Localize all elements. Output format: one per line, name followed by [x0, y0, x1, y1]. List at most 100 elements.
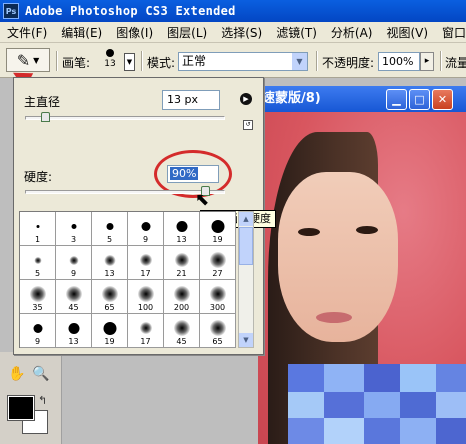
mouse-cursor-icon: ⬉	[195, 190, 210, 210]
foreground-color-swatch[interactable]	[7, 395, 35, 421]
brush-preset-size: 45	[176, 337, 187, 346]
minimize-icon[interactable]: ▁	[386, 89, 407, 110]
brush-preset-cell[interactable]: 9	[128, 212, 164, 246]
brush-preset-size: 5	[106, 235, 113, 244]
brush-preset-size: 3	[70, 235, 77, 244]
brush-tip-icon	[65, 286, 82, 302]
brush-preset-cell[interactable]: 13	[56, 314, 92, 348]
brush-preset-size: 17	[140, 269, 151, 278]
reset-size-icon[interactable]: ↺	[243, 120, 253, 130]
toolbox: ✋ 🔍 ↰	[0, 352, 62, 444]
menu-bar: 文件(F) 编辑(E) 图像(I) 图层(L) 选择(S) 滤镜(T) 分析(A…	[0, 22, 466, 43]
diameter-input[interactable]: 13 px	[162, 90, 220, 110]
menu-window[interactable]: 窗口	[435, 24, 466, 41]
menu-filter[interactable]: 滤镜(T)	[269, 24, 324, 41]
diameter-label: 主直径	[24, 95, 61, 109]
brush-preset-cell[interactable]: 19	[200, 212, 236, 246]
separator	[316, 51, 318, 71]
opacity-input[interactable]: 100%	[378, 52, 420, 71]
mode-label: 模式:	[147, 56, 176, 70]
brush-tip-icon	[139, 254, 152, 266]
brush-preset-cell[interactable]: 5	[92, 212, 128, 246]
brush-preset-cell[interactable]: 19	[92, 314, 128, 348]
opacity-label: 不透明度:	[322, 56, 375, 70]
brush-tip-icon	[209, 286, 226, 302]
menu-analysis[interactable]: 分析(A)	[324, 24, 380, 41]
brush-preset-size: 17	[140, 337, 151, 346]
menu-select[interactable]: 选择(S)	[214, 24, 269, 41]
brush-preset-size: 1	[34, 235, 41, 244]
brush-label: 画笔:	[62, 56, 91, 70]
brush-preset-size: 65	[104, 303, 115, 312]
brush-tip-icon	[174, 253, 189, 267]
diameter-slider-thumb[interactable]	[41, 112, 50, 122]
hand-tool-icon[interactable]: ✋	[8, 366, 25, 382]
mode-value: 正常	[182, 54, 207, 68]
brush-preset-size: 19	[104, 337, 115, 346]
brush-preset-cell[interactable]: 1	[20, 212, 56, 246]
brush-preset-cell[interactable]: 21	[164, 246, 200, 280]
brush-preset-size: 13	[68, 337, 79, 346]
brush-preset-size: 9	[70, 269, 77, 278]
photo-lips	[316, 312, 352, 323]
brush-tip-icon	[101, 286, 118, 302]
maximize-icon[interactable]: □	[409, 89, 430, 110]
brush-size-value: 13	[104, 59, 116, 69]
brush-preset-cell[interactable]: 45	[164, 314, 200, 348]
options-bar: ✎ ▼ 画笔: 13 ▼ 模式: 正常 ▼ 不透明度: 100% ▸ 流量	[0, 43, 466, 78]
brush-preset-size: 300	[209, 303, 226, 312]
scroll-up-icon[interactable]: ▲	[239, 212, 253, 226]
brush-tip-icon	[69, 255, 78, 265]
brush-preset-size: 35	[32, 303, 43, 312]
menu-layer[interactable]: 图层(L)	[160, 24, 214, 41]
brush-tip-icon	[106, 222, 113, 230]
brush-tip-icon	[106, 49, 114, 57]
flow-label: 流量	[445, 56, 466, 70]
brush-tip-icon	[209, 320, 226, 336]
brush-tip-icon	[68, 322, 79, 334]
brush-preset-size: 19	[212, 235, 223, 244]
brush-preset-cell[interactable]: 5	[20, 246, 56, 280]
brush-preview[interactable]: 13	[96, 49, 124, 73]
menu-image[interactable]: 图像(I)	[109, 24, 160, 41]
tool-preset-picker[interactable]: ✎ ▼	[6, 48, 50, 72]
preset-scrollbar[interactable]: ▲ ▼	[238, 211, 254, 348]
brush-preset-cell[interactable]: 17	[128, 314, 164, 348]
separator	[141, 51, 143, 71]
brush-tip-icon	[137, 286, 154, 302]
brush-preset-cell[interactable]: 13	[92, 246, 128, 280]
brush-preset-cell[interactable]: 27	[200, 246, 236, 280]
brush-preset-cell[interactable]: 9	[56, 246, 92, 280]
brush-preset-cell[interactable]: 13	[164, 212, 200, 246]
brush-preset-size: 9	[34, 337, 41, 346]
brush-tip-icon	[176, 220, 187, 232]
brush-preset-size: 13	[104, 269, 115, 278]
opacity-slider-button[interactable]: ▸	[420, 52, 434, 71]
close-icon[interactable]: ✕	[432, 89, 453, 110]
brush-preset-cell[interactable]: 200	[164, 280, 200, 314]
scroll-down-icon[interactable]: ▼	[239, 333, 253, 347]
brush-preset-cell[interactable]: 65	[200, 314, 236, 348]
brush-preset-cell[interactable]: 100	[128, 280, 164, 314]
diameter-slider[interactable]	[25, 116, 225, 120]
brush-tip-icon	[104, 254, 115, 266]
brush-preset-cell[interactable]: 300	[200, 280, 236, 314]
brush-preset-size: 45	[68, 303, 79, 312]
brush-preset-cell[interactable]: 65	[92, 280, 128, 314]
swap-colors-icon[interactable]: ↰	[38, 394, 47, 407]
menu-edit[interactable]: 编辑(E)	[54, 24, 109, 41]
panel-menu-icon[interactable]: ▶	[240, 93, 252, 105]
brush-preset-cell[interactable]: 45	[56, 280, 92, 314]
menu-file[interactable]: 文件(F)	[0, 24, 54, 41]
brush-preset-cell[interactable]: 9	[20, 314, 56, 348]
photo-eye	[298, 228, 320, 236]
zoom-tool-icon[interactable]: 🔍	[32, 366, 49, 382]
brush-preset-cell[interactable]: 3	[56, 212, 92, 246]
brush-preset-cell[interactable]: 17	[128, 246, 164, 280]
scroll-thumb[interactable]	[239, 227, 253, 265]
brush-tip-icon	[29, 286, 46, 302]
mode-select[interactable]: 正常 ▼	[178, 52, 308, 71]
menu-view[interactable]: 视图(V)	[379, 24, 435, 41]
brush-picker-dropdown[interactable]: ▼	[124, 53, 135, 71]
brush-preset-cell[interactable]: 35	[20, 280, 56, 314]
